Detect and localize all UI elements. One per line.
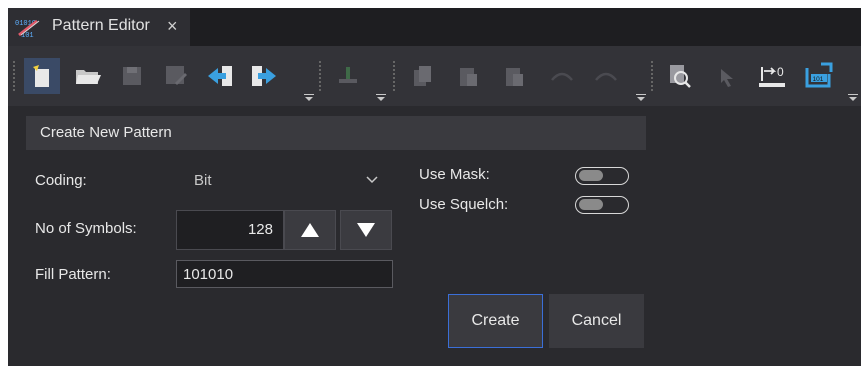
export-button[interactable] — [246, 58, 282, 94]
use-squelch-label: Use Squelch: — [419, 196, 509, 213]
tab-title: Pattern Editor — [52, 17, 150, 34]
fill-pattern-input[interactable] — [176, 260, 393, 288]
svg-text:0: 0 — [777, 65, 784, 79]
toggle-knob — [579, 199, 603, 210]
create-button[interactable]: Create — [448, 294, 543, 348]
chevron-down-icon — [366, 176, 378, 184]
new-pattern-button[interactable] — [24, 58, 60, 94]
select-button[interactable] — [708, 58, 744, 94]
tab-bar: 01010 101 Pattern Editor × — [8, 8, 861, 46]
triangle-up-icon — [301, 223, 319, 237]
save-button[interactable] — [114, 58, 150, 94]
open-button[interactable] — [70, 58, 106, 94]
paste-special-button[interactable] — [496, 58, 532, 94]
new-pattern-icon — [33, 65, 49, 87]
redo-icon — [595, 72, 617, 81]
decrement-button[interactable] — [340, 210, 392, 250]
toolbar: 0 101 — [8, 46, 861, 106]
toolbar-grip[interactable] — [650, 60, 654, 92]
redo-button[interactable] — [588, 58, 624, 94]
save-as-button[interactable] — [158, 58, 194, 94]
symbol-view-button[interactable]: 101 — [800, 58, 836, 94]
coding-label: Coding: — [35, 172, 87, 189]
undo-icon — [551, 72, 573, 81]
toggle-knob — [579, 170, 603, 181]
coding-value: Bit — [194, 172, 212, 189]
import-icon — [208, 66, 232, 86]
go-to-start-icon: 0 — [759, 65, 785, 87]
symbol-view-icon: 101 — [805, 62, 833, 88]
insert-button[interactable] — [330, 58, 366, 94]
increment-button[interactable] — [284, 210, 336, 250]
svg-text:101: 101 — [813, 76, 824, 83]
paste-icon — [460, 68, 477, 86]
paste-special-icon — [506, 68, 523, 86]
insert-icon — [339, 67, 357, 83]
paste-button[interactable] — [450, 58, 486, 94]
triangle-down-icon — [357, 223, 375, 237]
import-button[interactable] — [202, 58, 238, 94]
symbols-value: 128 — [247, 221, 273, 238]
copy-button[interactable] — [404, 58, 440, 94]
export-icon — [252, 66, 276, 86]
toolbar-grip[interactable] — [392, 60, 396, 92]
open-folder-icon — [76, 70, 101, 84]
symbols-input[interactable]: 128 — [176, 210, 284, 250]
toolbar-grip[interactable] — [12, 60, 16, 92]
go-to-start-button[interactable]: 0 — [754, 58, 790, 94]
overflow-icon[interactable] — [636, 94, 646, 102]
pattern-editor-icon: 01010 101 — [15, 19, 40, 39]
pattern-editor-window: 01010 101 Pattern Editor × 0 101 Create … — [8, 8, 861, 366]
use-mask-toggle[interactable] — [575, 167, 629, 185]
select-icon — [721, 69, 733, 87]
undo-button[interactable] — [544, 58, 580, 94]
save-icon — [123, 67, 141, 85]
overflow-icon[interactable] — [376, 94, 386, 102]
zoom-fit-icon — [670, 65, 691, 88]
close-icon[interactable]: × — [167, 16, 178, 37]
use-squelch-toggle[interactable] — [575, 196, 629, 214]
toolbar-grip[interactable] — [318, 60, 322, 92]
fill-pattern-label: Fill Pattern: — [35, 266, 111, 283]
panel-title: Create New Pattern — [40, 124, 172, 141]
save-as-icon — [166, 66, 187, 85]
tab-pattern-editor[interactable]: 01010 101 Pattern Editor × — [8, 8, 190, 46]
overflow-icon[interactable] — [848, 94, 858, 102]
panel-header: Create New Pattern — [26, 116, 646, 150]
use-mask-label: Use Mask: — [419, 166, 490, 183]
cancel-button[interactable]: Cancel — [549, 294, 644, 348]
zoom-fit-button[interactable] — [662, 58, 698, 94]
copy-icon — [414, 66, 431, 86]
symbols-label: No of Symbols: — [35, 220, 137, 237]
overflow-icon[interactable] — [304, 94, 314, 102]
